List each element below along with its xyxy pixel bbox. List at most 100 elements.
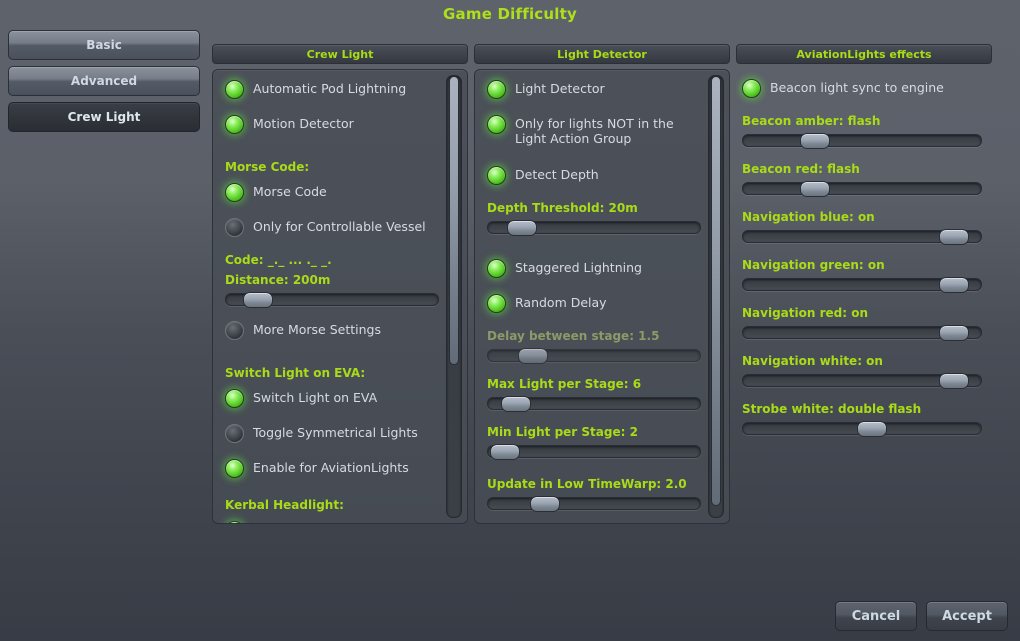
toggle-row[interactable]: Motion Detector bbox=[223, 115, 441, 134]
toggle-on-icon[interactable] bbox=[742, 79, 761, 98]
toggle-row[interactable]: Beacon light sync to engine bbox=[740, 79, 984, 98]
sidebar-item-label: Advanced bbox=[70, 74, 138, 88]
toggle-row[interactable]: Only for Controllable Vessel bbox=[223, 218, 441, 237]
toggle-row[interactable]: More Morse Settings bbox=[223, 321, 441, 340]
slider-track[interactable] bbox=[225, 292, 439, 308]
slider-track[interactable] bbox=[487, 348, 701, 364]
sidebar: Basic Advanced Crew Light bbox=[8, 30, 200, 138]
scrollbar[interactable] bbox=[446, 75, 462, 518]
slider-thumb[interactable] bbox=[800, 133, 831, 149]
toggle-on-icon[interactable] bbox=[225, 115, 244, 134]
toggle-label: More Morse Settings bbox=[253, 322, 381, 337]
toggle-off-icon[interactable] bbox=[225, 218, 244, 237]
scrollbar-thumb[interactable] bbox=[711, 76, 721, 506]
scrollbar[interactable] bbox=[708, 75, 724, 518]
toggle-label: Enable for AviationLights bbox=[253, 460, 409, 475]
toggle-row[interactable]: Random Delay bbox=[485, 294, 703, 313]
slider-track[interactable] bbox=[487, 496, 701, 512]
page-title: Game Difficulty bbox=[443, 5, 577, 23]
toggle-off-icon[interactable] bbox=[225, 424, 244, 443]
slider-track[interactable] bbox=[742, 373, 982, 389]
toggle-on-icon[interactable] bbox=[225, 389, 244, 408]
slider-track[interactable] bbox=[742, 421, 982, 437]
column-aviationlights-effects: AviationLights effects Beacon light sync … bbox=[736, 44, 992, 522]
column-crew-light: Crew Light Automatic Pod Lightning Motion … bbox=[212, 44, 468, 524]
toggle-label: Automatic Pod Lightning bbox=[253, 81, 407, 96]
toggle-on-icon[interactable] bbox=[487, 294, 506, 313]
panel-header-label: Light Detector bbox=[557, 47, 647, 61]
slider-track[interactable] bbox=[487, 396, 701, 412]
sidebar-item-basic[interactable]: Basic bbox=[8, 30, 200, 60]
toggle-on-icon[interactable] bbox=[487, 115, 506, 134]
toggle-label: Kerbal Headlight bbox=[253, 521, 357, 523]
toggle-on-icon[interactable] bbox=[225, 183, 244, 202]
slider-thumb[interactable] bbox=[800, 181, 831, 197]
panel-header-label: AviationLights effects bbox=[796, 47, 932, 61]
panel-body: Automatic Pod Lightning Motion Detector Mo… bbox=[212, 69, 468, 524]
slider-thumb[interactable] bbox=[857, 421, 888, 437]
toggle-row[interactable]: Morse Code bbox=[223, 183, 441, 202]
value-label: Depth Threshold: 20m bbox=[487, 201, 638, 215]
sidebar-item-label: Basic bbox=[86, 38, 122, 52]
slider-thumb[interactable] bbox=[530, 496, 561, 512]
slider-thumb[interactable] bbox=[517, 348, 548, 364]
slider-track[interactable] bbox=[742, 133, 982, 149]
panel-body: Light Detector Only for lights NOT in the… bbox=[474, 69, 730, 524]
scrollbar-thumb[interactable] bbox=[449, 76, 459, 365]
slider-track[interactable] bbox=[487, 220, 701, 236]
slider-thumb[interactable] bbox=[242, 292, 273, 308]
cancel-button[interactable]: Cancel bbox=[835, 601, 917, 631]
toggle-row[interactable]: Toggle Symmetrical Lights bbox=[223, 424, 441, 443]
value-label: Navigation green: on bbox=[742, 258, 885, 272]
slider-track[interactable] bbox=[742, 181, 982, 197]
toggle-label: Switch Light on EVA bbox=[253, 390, 378, 405]
toggle-off-icon[interactable] bbox=[225, 321, 244, 340]
accept-button[interactable]: Accept bbox=[926, 601, 1008, 631]
toggle-row[interactable]: Light Detector bbox=[485, 80, 703, 99]
sidebar-item-crew-light[interactable]: Crew Light bbox=[8, 102, 200, 132]
slider-track[interactable] bbox=[742, 229, 982, 245]
group-label: Morse Code: bbox=[225, 160, 310, 174]
toggle-on-icon[interactable] bbox=[225, 459, 244, 478]
slider-track[interactable] bbox=[742, 277, 982, 293]
toggle-row[interactable]: Switch Light on EVA bbox=[223, 389, 441, 408]
slider-track[interactable] bbox=[487, 444, 701, 460]
toggle-label: Staggered Lightning bbox=[515, 260, 642, 275]
panel-header: Crew Light bbox=[212, 44, 468, 64]
toggle-on-icon[interactable] bbox=[225, 80, 244, 99]
panel-header: Light Detector bbox=[474, 44, 730, 64]
toggle-row[interactable]: Automatic Pod Lightning bbox=[223, 80, 441, 99]
slider-thumb[interactable] bbox=[938, 229, 969, 245]
panel-content: Automatic Pod Lightning Motion Detector Mo… bbox=[213, 70, 467, 523]
slider-track[interactable] bbox=[742, 325, 982, 341]
slider-thumb[interactable] bbox=[507, 220, 538, 236]
toggle-on-icon[interactable] bbox=[487, 166, 506, 185]
slider-thumb[interactable] bbox=[938, 373, 969, 389]
value-label: Beacon amber: flash bbox=[742, 114, 881, 128]
toggle-row[interactable]: Kerbal Headlight bbox=[223, 521, 441, 523]
value-label: Delay between stage: 1.5 bbox=[487, 329, 660, 343]
slider-thumb[interactable] bbox=[938, 277, 969, 293]
sidebar-item-label: Crew Light bbox=[67, 110, 141, 124]
toggle-row[interactable]: Staggered Lightning bbox=[485, 259, 703, 278]
slider-thumb[interactable] bbox=[938, 325, 969, 341]
toggle-label: Motion Detector bbox=[253, 116, 354, 131]
slider-thumb[interactable] bbox=[490, 444, 521, 460]
value-label: Beacon red: flash bbox=[742, 162, 860, 176]
slider-thumb[interactable] bbox=[500, 396, 531, 412]
panel-header-label: Crew Light bbox=[306, 47, 374, 61]
value-label: Code: _._ ... ._ _. bbox=[225, 253, 332, 267]
sidebar-item-advanced[interactable]: Advanced bbox=[8, 66, 200, 96]
toggle-row[interactable]: Enable for AviationLights bbox=[223, 459, 441, 478]
group-label: Switch Light on EVA: bbox=[225, 366, 366, 380]
toggle-on-icon[interactable] bbox=[225, 521, 244, 523]
toggle-label: Beacon light sync to engine bbox=[770, 80, 944, 95]
toggle-row[interactable]: Detect Depth bbox=[485, 166, 703, 185]
toggle-on-icon[interactable] bbox=[487, 80, 506, 99]
toggle-row[interactable]: Only for lights NOT in the Light Action … bbox=[485, 115, 703, 146]
toggle-on-icon[interactable] bbox=[487, 259, 506, 278]
value-label: Distance: 200m bbox=[225, 273, 331, 287]
